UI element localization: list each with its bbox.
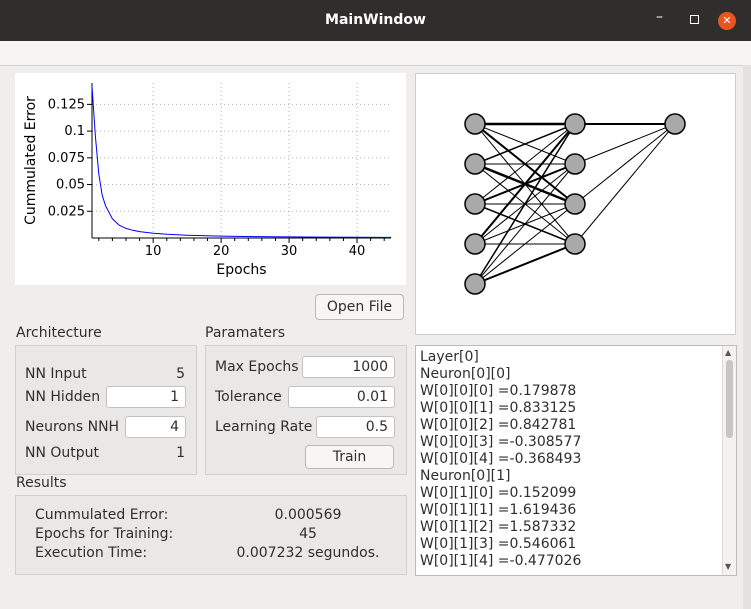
weights-line: W[0][0][4] =-0.368493 xyxy=(420,451,582,467)
scroll-thumb[interactable] xyxy=(726,360,733,438)
nn-hidden-input[interactable]: 1 xyxy=(106,386,186,408)
x-tick-label: 10 xyxy=(145,244,162,259)
nn-output-value: 1 xyxy=(176,445,185,461)
minimize-icon[interactable]: – xyxy=(656,9,663,25)
neuron-node xyxy=(464,233,486,255)
tolerance-label: Tolerance xyxy=(215,389,282,405)
nn-hidden-label: NN Hidden xyxy=(25,389,101,405)
y-tick-label: 0.05 xyxy=(56,178,85,193)
neuron-node xyxy=(564,113,586,135)
learning-rate-label: Learning Rate xyxy=(215,419,313,435)
weights-line: W[0][0][2] =0.842781 xyxy=(420,417,577,433)
y-axis-title: Cummulated Error xyxy=(23,96,39,225)
connection-line xyxy=(474,243,576,285)
weights-textarea[interactable]: Layer[0] Neuron[0][0] W[0][0][0] =0.179878… xyxy=(415,345,737,576)
close-icon[interactable]: ✕ xyxy=(718,12,736,30)
error-chart: 10 20 30 40 0.025 0.05 0.075 0.1 0.125 Epochs Cumm… xyxy=(15,73,406,285)
neuron-node xyxy=(464,273,486,295)
x-axis-title: Epochs xyxy=(216,262,266,278)
connection-line xyxy=(474,163,576,285)
weights-line: W[0][0][1] =0.833125 xyxy=(420,400,577,416)
neuron-node xyxy=(464,113,486,135)
connection-line xyxy=(574,123,676,205)
weights-line: W[0][1][3] =0.546061 xyxy=(420,536,577,552)
connection-line xyxy=(574,123,676,245)
cum-error-label: Cummulated Error: xyxy=(35,507,169,523)
scroll-up-icon[interactable]: ▲ xyxy=(725,348,731,357)
y-tick-label: 0.075 xyxy=(48,151,85,166)
epochs-training-label: Epochs for Training: xyxy=(35,526,174,542)
exec-time-value: 0.007232 segundos. xyxy=(236,545,380,561)
nn-input-label: NN Input xyxy=(25,366,87,382)
maximize-icon[interactable] xyxy=(690,15,699,24)
weights-line: W[0][1][1] =1.619436 xyxy=(420,502,577,518)
cum-error-value: 0.000569 xyxy=(274,507,342,523)
network-diagram xyxy=(464,113,686,295)
menu-feed-forward[interactable]: Feed Forward Neural Network xyxy=(15,3,223,19)
neuron-node xyxy=(564,153,586,175)
weights-line: W[0][0][3] =-0.308577 xyxy=(420,434,582,450)
weights-text: Layer[0] Neuron[0][0] W[0][0][0] =0.179878… xyxy=(420,349,720,570)
exec-time-label: Execution Time: xyxy=(35,545,148,561)
x-tick-label: 40 xyxy=(349,244,366,259)
window-edge xyxy=(743,65,751,609)
max-epochs-input[interactable]: 1000 xyxy=(302,356,395,378)
neuron-node xyxy=(464,153,486,175)
nn-output-label: NN Output xyxy=(25,445,100,461)
learning-rate-input[interactable]: 0.5 xyxy=(316,416,395,438)
weights-line: Neuron[0][1] xyxy=(420,468,511,484)
weights-scrollbar[interactable]: ▲ ▼ xyxy=(722,346,736,575)
neuron-node xyxy=(564,193,586,215)
neurons-nnh-input[interactable]: 4 xyxy=(125,416,186,438)
tolerance-input[interactable]: 0.01 xyxy=(288,386,395,408)
results-heading: Results xyxy=(16,475,67,491)
weights-line: Layer[0] xyxy=(420,349,479,365)
y-tick-label: 0.025 xyxy=(48,204,85,219)
error-chart-panel: 10 20 30 40 0.025 0.05 0.075 0.1 0.125 Epochs Cumm… xyxy=(15,73,406,285)
neuron-node xyxy=(664,113,686,135)
nn-input-value: 5 xyxy=(176,366,185,382)
network-diagram-panel xyxy=(415,73,736,335)
weights-line: Neuron[0][0] xyxy=(420,366,511,382)
parameters-heading: Paramaters xyxy=(205,325,286,341)
y-tick-label: 0.125 xyxy=(48,97,85,112)
x-tick-label: 30 xyxy=(281,244,298,259)
x-tick-label: 20 xyxy=(213,244,230,259)
train-button[interactable]: Train xyxy=(305,445,394,469)
weights-line: W[0][1][0] =0.152099 xyxy=(420,485,577,501)
architecture-heading: Architecture xyxy=(16,325,102,341)
scroll-down-icon[interactable]: ▼ xyxy=(725,562,731,571)
weights-line: W[0][0][0] =0.179878 xyxy=(420,383,577,399)
connection-line xyxy=(574,123,676,165)
neurons-nnh-label: Neurons NNH xyxy=(25,419,120,435)
max-epochs-label: Max Epochs xyxy=(215,359,299,375)
epochs-training-value: 45 xyxy=(299,526,317,542)
weights-line: W[0][1][4] =-0.477026 xyxy=(420,553,582,569)
open-file-button[interactable]: Open File xyxy=(315,294,404,320)
neuron-node xyxy=(464,193,486,215)
weights-line: W[0][1][2] =1.587332 xyxy=(420,519,577,535)
neuron-node xyxy=(564,233,586,255)
menu-bar xyxy=(0,41,751,66)
y-tick-label: 0.1 xyxy=(64,124,85,139)
